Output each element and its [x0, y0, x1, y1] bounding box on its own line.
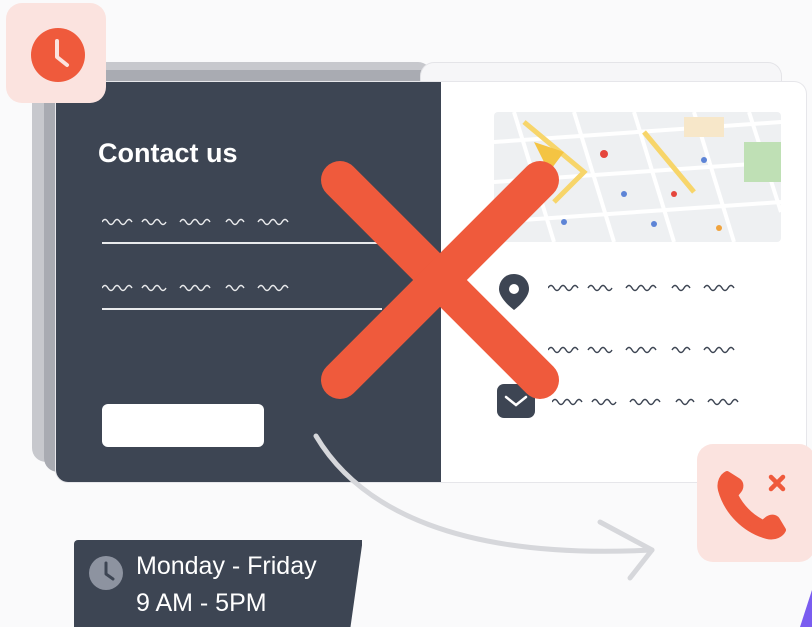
- contact-title: Contact us: [98, 138, 238, 168]
- card-outline-back: [420, 62, 782, 83]
- close-icon: [321, 161, 559, 399]
- hours-days: Monday - Friday: [136, 552, 317, 580]
- hours-times: 9 AM - 5PM: [136, 589, 267, 617]
- clock-icon: [31, 28, 85, 82]
- submit-button[interactable]: [102, 404, 264, 447]
- clock-badge: [6, 3, 106, 103]
- corner-accent-shape: [800, 590, 812, 627]
- phone-missed-icon: [717, 471, 786, 540]
- clock-icon: [89, 556, 123, 590]
- phone-missed-badge: [697, 444, 812, 562]
- business-hours: Monday - Friday 9 AM - 5PM: [74, 540, 362, 627]
